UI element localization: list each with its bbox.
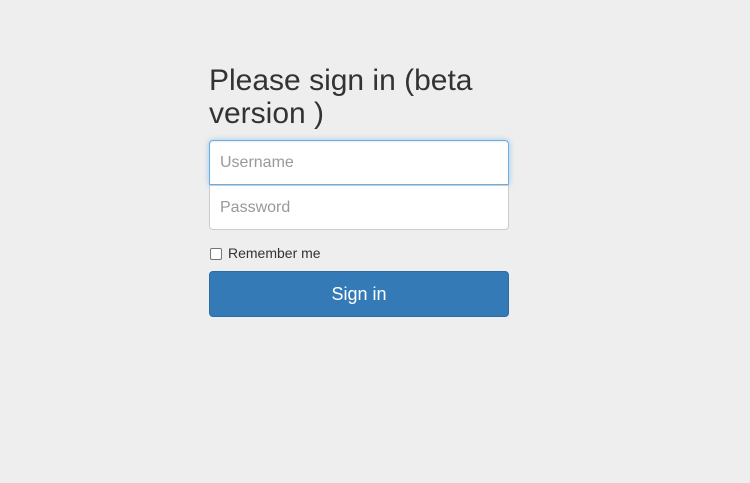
- signin-heading: Please sign in (beta version ): [209, 64, 473, 130]
- remember-me-row: Remember me: [209, 243, 509, 263]
- username-input[interactable]: [209, 140, 509, 185]
- signin-button[interactable]: Sign in: [209, 271, 509, 317]
- signin-form: Please sign in (beta version ) Remember …: [209, 60, 509, 317]
- remember-me-checkbox[interactable]: [210, 248, 222, 260]
- remember-me-label[interactable]: Remember me: [228, 245, 321, 261]
- password-input[interactable]: [209, 185, 509, 230]
